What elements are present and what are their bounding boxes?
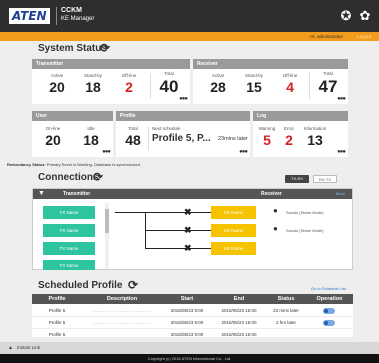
toggle-switch[interactable] — [323, 308, 335, 314]
user-icon: ● — [273, 224, 278, 233]
table-header: Profile Description Start End Status Ope… — [32, 294, 353, 304]
redundancy-text: Primary Sever is Working. Database is sy… — [46, 162, 141, 167]
refresh-icon[interactable]: ⟳ — [100, 42, 110, 54]
more-icon[interactable]: ●●● — [179, 96, 188, 102]
column-operation: Operation — [316, 296, 343, 302]
receiver-panel-title: Receiver — [193, 59, 348, 69]
disconnect-icon[interactable]: ✖ — [184, 208, 192, 217]
user-panel-title: User — [32, 111, 113, 121]
connection-line — [115, 212, 211, 213]
log-panel-title: Log — [253, 111, 348, 121]
divider — [56, 7, 57, 25]
refresh-icon[interactable]: ⟳ — [93, 171, 103, 183]
transmitter-offline: Off-line 2 — [121, 73, 137, 95]
connections-header: ▼ Transmitter Receiver More — [33, 189, 352, 199]
instant-link-label[interactable]: Instant Link — [17, 342, 40, 354]
scheduled-profile-table: Profile Description Start End Status Ope… — [32, 294, 353, 338]
transmitter-standby: Stand-by 18 — [83, 73, 102, 95]
table-row[interactable]: Profile 5 ..............................… — [32, 305, 353, 317]
scheduled-profile-title: Scheduled Profile — [38, 280, 123, 291]
rx-item[interactable]: KE Name — [211, 242, 256, 255]
column-status: Status — [277, 296, 295, 302]
filter-icon[interactable]: ▼ — [38, 189, 45, 199]
more-icon[interactable]: ●●● — [337, 149, 346, 155]
column-description: Description — [106, 296, 138, 302]
receiver-standby: Stand-by 15 — [244, 73, 263, 95]
transmitter-active: Active 20 — [49, 73, 65, 95]
divider — [148, 126, 149, 150]
palette-icon[interactable]: ✪ — [338, 8, 354, 24]
aten-logo: ATEN — [9, 8, 50, 24]
logout-link[interactable]: Logout — [357, 32, 371, 41]
disconnect-icon[interactable]: ✖ — [184, 226, 192, 235]
tx-item[interactable]: TX Name — [43, 260, 95, 270]
next-schedule-time: 23mins later — [218, 136, 248, 142]
scrollbar-thumb[interactable] — [105, 209, 109, 233]
transmitter-total: Total 40 — [159, 71, 179, 96]
top-bar: ATEN CCKM KE Manager ✪ ✿ — [0, 0, 379, 32]
column-transmitter: Transmitter — [63, 191, 91, 197]
toggle-switch[interactable] — [323, 320, 335, 326]
connected-user: Suzuki (Share Mode) — [286, 210, 324, 215]
user-bar: Hi, administrator Logout — [0, 32, 379, 41]
schedule-list-link[interactable]: Go to Schedule List — [311, 286, 346, 291]
transmitter-panel-title: Transmitter — [32, 59, 190, 69]
receiver-panel: Receiver Active 28 Stand-by 15 Off-line … — [193, 59, 348, 104]
rx-item[interactable]: KE Name — [211, 224, 256, 237]
tx-item[interactable]: TX Name — [43, 206, 95, 219]
log-information: Information 13 — [303, 126, 327, 148]
redundancy-status: Redundancy Status: Primary Sever is Work… — [7, 162, 141, 167]
log-warning: Warning 5 — [258, 126, 276, 148]
more-icon[interactable]: ●●● — [337, 96, 346, 102]
disconnect-icon[interactable]: ✖ — [184, 244, 192, 253]
receiver-offline: Off-line 4 — [282, 73, 298, 95]
user-panel: User On-line 20 Idle 18 ●●● — [32, 111, 113, 157]
transmitter-panel: Transmitter Active 20 Stand-by 18 Off-li… — [32, 59, 190, 104]
log-panel: Log Warning 5 Error 2 Information 13 ●●● — [253, 111, 348, 157]
profile-panel: Profile Total 48 Next schedule Profile 5… — [116, 111, 250, 157]
next-schedule-name: Profile 5, P... — [152, 133, 211, 144]
more-icon[interactable]: ●●● — [102, 149, 111, 155]
app-title: CCKM — [61, 7, 82, 14]
user-online: On-line 20 — [45, 126, 61, 148]
system-status-title: System Status — [38, 43, 107, 54]
copyright-text: Copyright (c) 2016 ATEN International Co… — [147, 356, 232, 361]
connections-panel: ▼ Transmitter Receiver More TX Name TX N… — [32, 188, 353, 270]
more-icon[interactable]: ●●● — [239, 149, 248, 155]
connection-line — [145, 248, 211, 249]
column-profile: Profile — [48, 296, 66, 302]
rx-item[interactable]: KE Name — [211, 206, 256, 219]
user-idle: Idle 18 — [83, 126, 99, 148]
connections-title: Connections — [38, 172, 99, 183]
user-icon: ● — [273, 206, 278, 215]
column-end: End — [233, 296, 245, 302]
user-greeting: Hi, administrator — [310, 34, 343, 39]
refresh-icon[interactable]: ⟳ — [128, 279, 138, 291]
tx-rx-toggle[interactable]: TX-RX — [285, 175, 309, 183]
rx-tx-toggle[interactable]: RX-TX — [313, 175, 337, 183]
column-receiver: Receiver — [261, 191, 282, 197]
profile-panel-title: Profile — [116, 111, 250, 121]
profile-total: Total 48 — [125, 126, 141, 148]
chevron-up-icon[interactable]: ▲ — [8, 342, 13, 354]
app-subtitle: KE Manager — [61, 16, 95, 22]
connected-user: Suzuki (Share Mode) — [286, 228, 324, 233]
gear-icon[interactable]: ✿ — [357, 8, 373, 24]
divider — [309, 73, 310, 99]
table-row[interactable]: Profile 6 ..............................… — [32, 317, 353, 329]
redundancy-label: Redundancy Status: — [7, 162, 46, 167]
tx-item[interactable]: TX Name — [43, 242, 95, 255]
column-start: Start — [180, 296, 194, 302]
receiver-active: Active 28 — [210, 73, 226, 95]
table-row[interactable]: Profile 5 2016/05/23 9:00 2016/05/23 16:… — [32, 329, 353, 338]
instant-link-bar[interactable]: ▲ Instant Link — [0, 342, 379, 354]
scrollbar[interactable] — [105, 203, 109, 269]
footer: Copyright (c) 2016 ATEN International Co… — [0, 354, 379, 363]
divider — [150, 73, 151, 99]
connection-line — [145, 230, 211, 231]
tx-item[interactable]: TX Name — [43, 224, 95, 237]
more-link[interactable]: More — [336, 189, 345, 199]
receiver-total: Total 47 — [318, 71, 338, 96]
log-error: Error 2 — [284, 126, 294, 148]
